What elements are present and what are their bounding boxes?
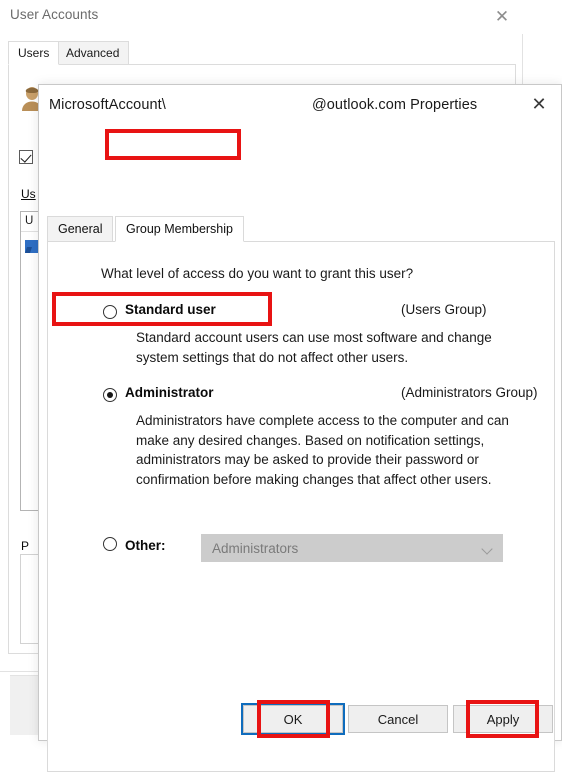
close-icon[interactable]: ✕ <box>480 2 524 30</box>
password-group-label: P <box>21 539 30 553</box>
user-list-item-icon <box>25 240 39 253</box>
tab-users-label: Users <box>18 46 50 60</box>
tab-general[interactable]: General <box>47 216 114 242</box>
dialog-title: MicrosoftAccount\ @outlook.com Properties <box>49 97 477 113</box>
checkbox-icon[interactable] <box>19 150 33 164</box>
option-standard-user[interactable]: Standard user (Users Group) Standard acc… <box>101 302 531 365</box>
user-accounts-title: User Accounts <box>10 7 99 22</box>
option-standard-user-group: (Users Group) <box>401 302 487 317</box>
other-group-dropdown[interactable]: Administrators <box>201 534 503 562</box>
option-other[interactable]: Other: Administrators <box>101 534 521 562</box>
option-administrator-label: Administrator <box>125 385 214 400</box>
user-accounts-tabstrip: Users Advanced <box>8 41 523 65</box>
option-administrator[interactable]: Administrator (Administrators Group) Adm… <box>101 385 538 487</box>
option-standard-user-label: Standard user <box>125 302 216 317</box>
dialog-title-suffix: @outlook.com Properties <box>311 97 478 113</box>
tab-advanced-label: Advanced <box>66 46 120 60</box>
access-level-prompt: What level of access do you want to gran… <box>101 266 414 281</box>
account-properties-dialog: MicrosoftAccount\ @outlook.com Properties… <box>38 84 562 772</box>
chevron-down-icon <box>483 545 492 554</box>
ok-button[interactable]: OK <box>243 705 343 733</box>
cancel-button-label: Cancel <box>377 711 419 727</box>
group-membership-panel: What level of access do you want to gran… <box>47 241 555 772</box>
option-administrator-group: (Administrators Group) <box>401 385 538 400</box>
cancel-button[interactable]: Cancel <box>348 705 448 733</box>
ok-button-label: OK <box>283 711 303 727</box>
apply-button-label: Apply <box>486 711 520 727</box>
radio-standard-user[interactable] <box>103 305 117 319</box>
user-accounts-titlebar: User Accounts ✕ <box>0 0 523 34</box>
dialog-title-prefix: MicrosoftAccount\ <box>49 97 166 113</box>
tab-advanced[interactable]: Advanced <box>56 41 130 65</box>
option-standard-user-description: Standard account users can use most soft… <box>136 330 492 365</box>
dialog-titlebar: MicrosoftAccount\ @outlook.com Properties… <box>39 85 561 125</box>
radio-other[interactable] <box>103 537 117 551</box>
tab-users[interactable]: Users <box>8 41 60 65</box>
radio-administrator[interactable] <box>103 388 117 402</box>
option-other-label: Other: <box>125 538 166 553</box>
tab-group-membership-label: Group Membership <box>126 222 233 236</box>
apply-button[interactable]: Apply <box>453 705 553 733</box>
other-group-dropdown-value: Administrators <box>212 540 299 556</box>
close-icon[interactable]: ✕ <box>517 89 561 119</box>
option-administrator-description: Administrators have complete access to t… <box>136 413 509 487</box>
users-must-enter-checkbox-row[interactable] <box>19 150 33 164</box>
tab-group-membership[interactable]: Group Membership <box>115 216 244 242</box>
tab-general-label: General <box>58 222 103 236</box>
dialog-tabstrip: General Group Membership <box>47 216 555 242</box>
